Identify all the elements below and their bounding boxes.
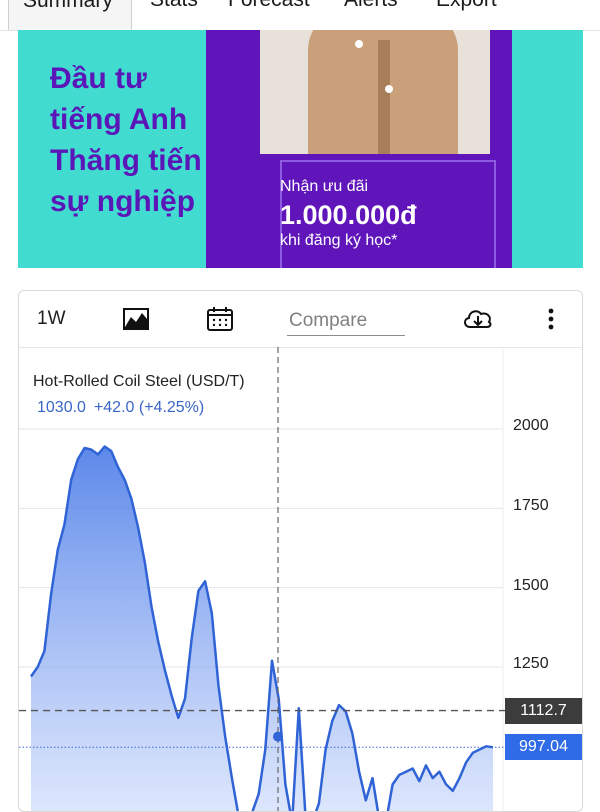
tab-stats[interactable]: Stats [150, 0, 198, 12]
chart-legend-values: 1030.0 +42.0 (+4.25%) [37, 399, 204, 417]
y-tick-label: 2000 [513, 417, 549, 434]
tab-summary[interactable]: Summary [8, 0, 132, 30]
calendar-icon[interactable] [205, 305, 235, 333]
crosshair-price-tag: 1112.7 [505, 697, 582, 724]
ad-photo [260, 30, 490, 154]
current-price: 1030.0 [37, 399, 86, 416]
price-chart[interactable]: Hot-Rolled Coil Steel (USD/T) 1030.0 +42.… [19, 347, 582, 811]
coat-button [385, 85, 393, 93]
ad-offer-text: Nhận ưu đãi [280, 178, 369, 195]
crosshair-point [273, 731, 283, 742]
y-tick-label: 1750 [513, 497, 549, 514]
tab-export[interactable]: Export [436, 0, 497, 12]
more-vertical-icon[interactable] [539, 305, 563, 333]
ad-headline-line: tiếng Anh [50, 103, 188, 136]
ad-headline: Đầu tư tiếng Anh Thăng tiến sự nghiệp [50, 58, 250, 222]
tab-alerts[interactable]: Alerts [344, 0, 398, 12]
price-change: +42.0 (+4.25%) [93, 399, 205, 416]
ad-offer-note: khi đăng ký học* [280, 232, 398, 249]
area-chart-icon[interactable] [121, 305, 151, 333]
tab-forecast[interactable]: Forecast [228, 0, 310, 12]
ad-headline-line: sự nghiệp [50, 185, 196, 218]
chart-toolbar: 1W [19, 291, 582, 348]
compare-input[interactable] [287, 307, 405, 336]
chart-title: Hot-Rolled Coil Steel (USD/T) [33, 373, 245, 390]
coat-button [355, 40, 363, 48]
ad-headline-line: Đầu tư [50, 62, 147, 95]
range-selector[interactable]: 1W [37, 308, 66, 330]
y-tick-label: 1500 [513, 577, 549, 594]
tab-bar: Summary Stats Forecast Alerts Export [0, 0, 600, 31]
download-cloud-icon[interactable] [461, 305, 495, 333]
y-tick-label: 1250 [513, 655, 549, 672]
chart-card: 1W Compare Hot-Rolled Coil Steel (USD/T)… [18, 290, 583, 812]
tab-summary-label: Summary [23, 0, 113, 12]
coat-shadow [378, 40, 390, 154]
ad-banner[interactable]: Đầu tư tiếng Anh Thăng tiến sự nghiệp Nh… [18, 30, 583, 268]
last-price-tag: 997.04 [505, 734, 582, 761]
ad-offer-amount: 1.000.000đ [280, 200, 417, 230]
series-area [31, 446, 493, 811]
ad-headline-line: Thăng tiến [50, 144, 202, 177]
